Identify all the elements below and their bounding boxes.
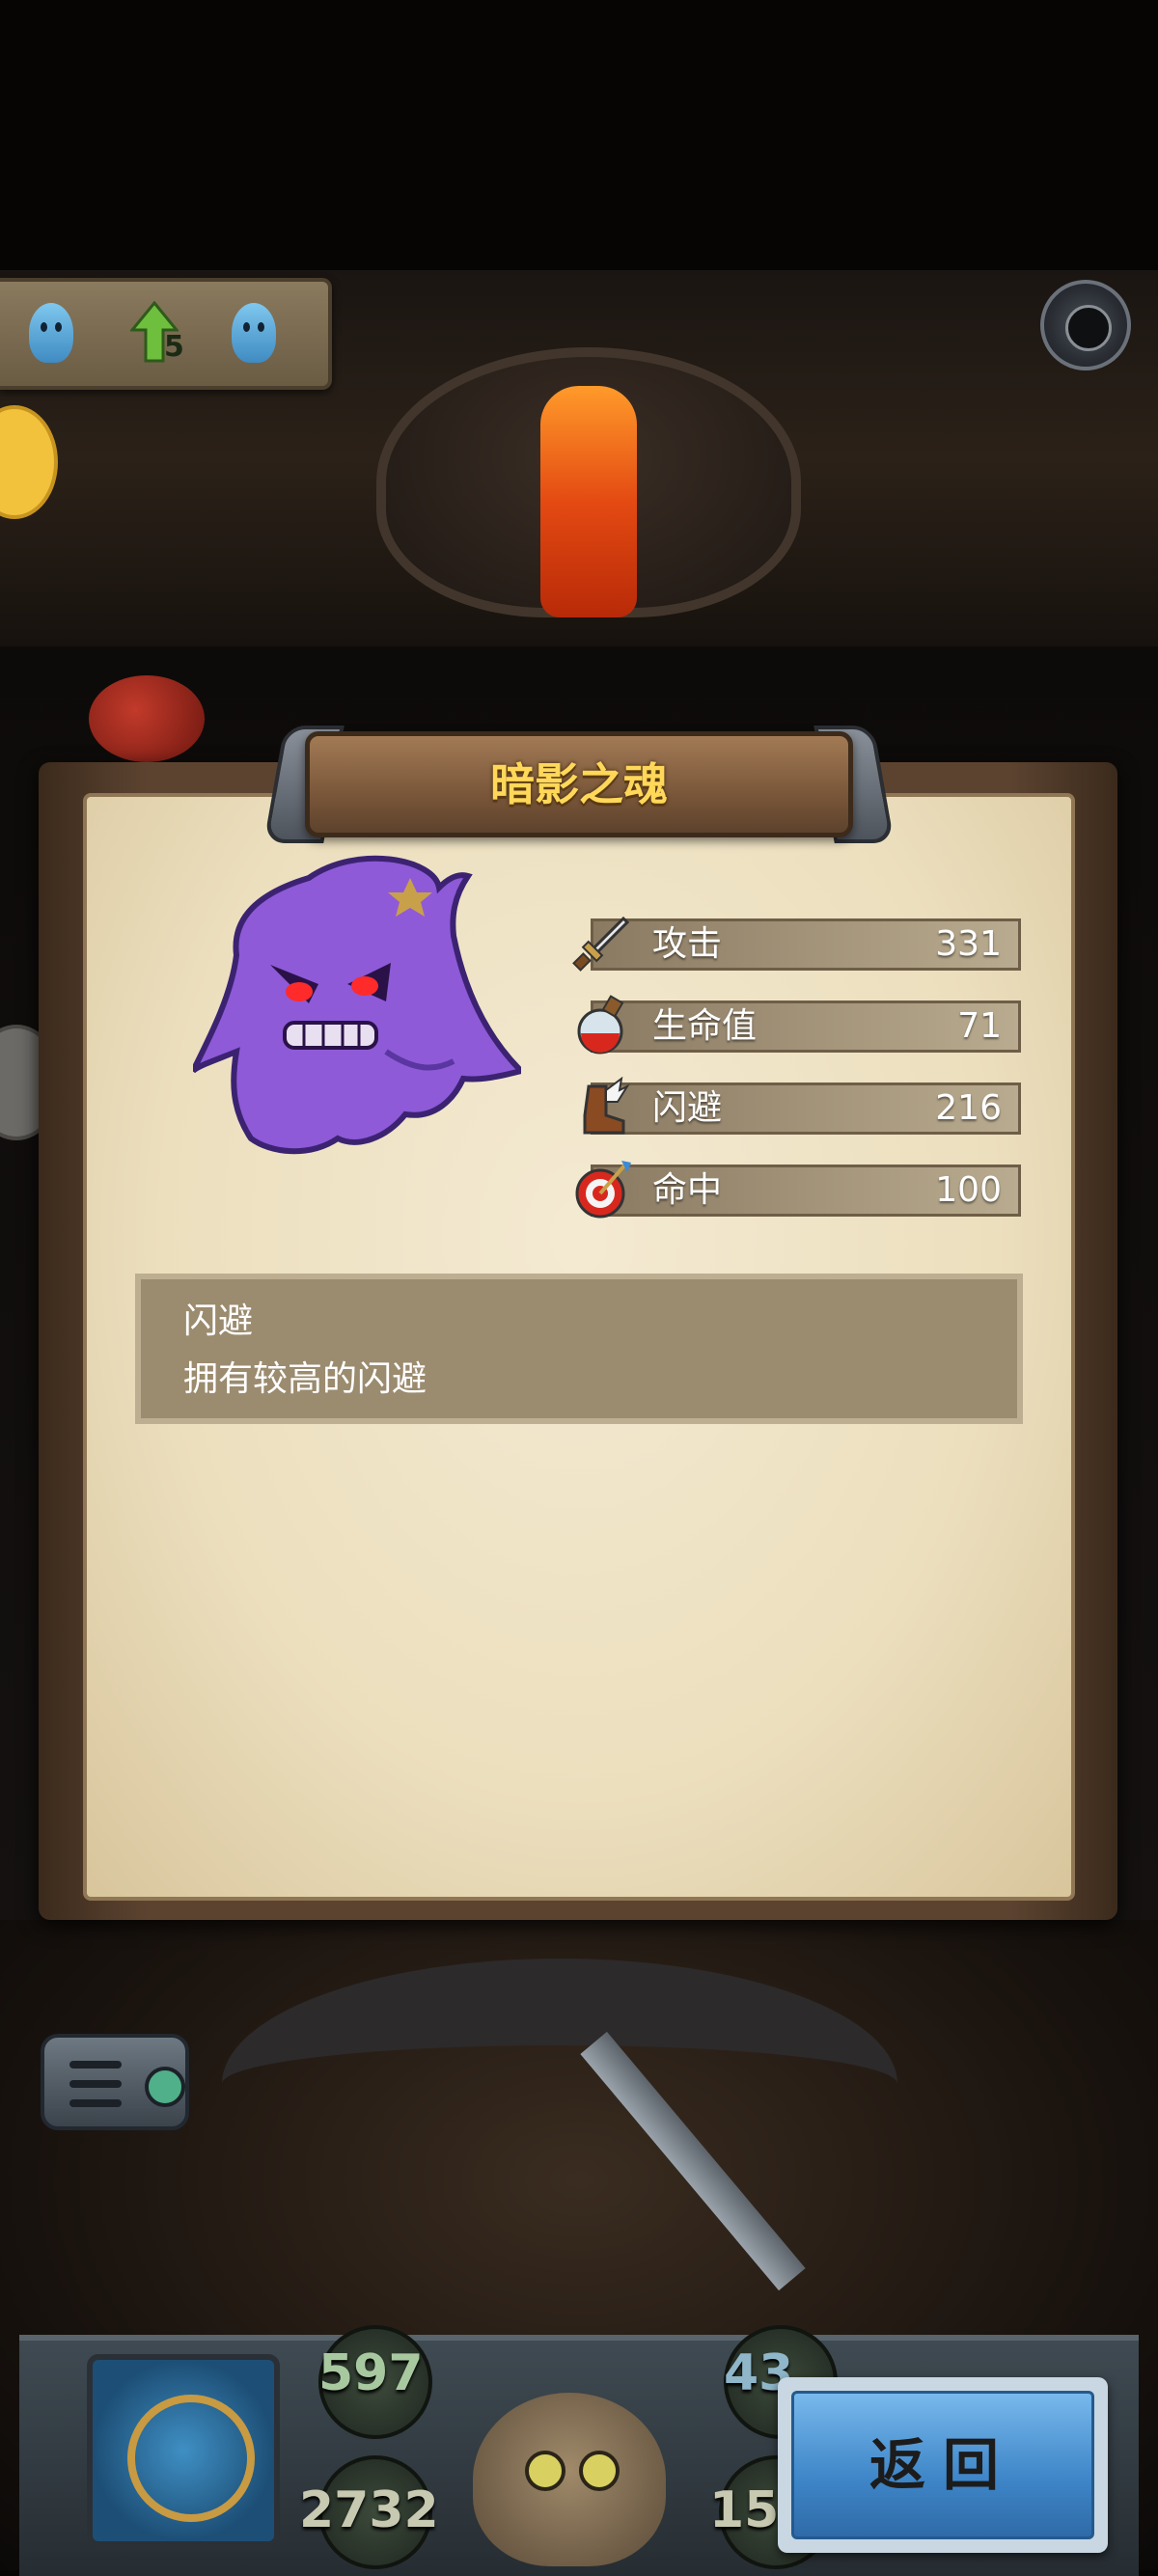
radio-grill-line — [69, 2099, 122, 2107]
blue-hero-icon-2 — [232, 303, 276, 363]
gold-resource-value: 2732 — [299, 2481, 439, 2539]
stat-label: 闪避 — [652, 1088, 723, 1128]
profile-button[interactable] — [1040, 280, 1131, 370]
stat-row-evasion: 闪避 216 — [571, 1077, 1021, 1138]
stat-value: 331 — [935, 924, 1002, 964]
target-icon — [575, 1161, 631, 1219]
monster-name-title: 暗影之魂 — [490, 758, 668, 810]
radio-knob-icon — [145, 2067, 185, 2107]
stat-row-attack: 攻击 331 — [571, 913, 1021, 974]
radio-grill-line — [69, 2080, 122, 2088]
pet-monster-portrait[interactable] — [473, 2393, 666, 2566]
stat-label: 命中 — [652, 1170, 723, 1210]
back-button[interactable]: 返回 — [778, 2377, 1108, 2553]
back-button-label: 返回 — [868, 2432, 1016, 2498]
monster-eye — [579, 2451, 620, 2491]
skill-description-box: 闪避 拥有较高的闪避 — [135, 1274, 1023, 1424]
stat-value: 100 — [935, 1170, 1002, 1210]
avatar-icon — [1065, 305, 1112, 351]
team-plate[interactable]: 5 — [0, 278, 332, 390]
stat-row-accuracy: 命中 100 — [571, 1159, 1021, 1220]
stat-row-hp: 生命值 71 — [571, 995, 1021, 1056]
skill-description: 拥有较高的闪避 — [183, 1359, 427, 1399]
shadow-ghost-portrait — [193, 855, 521, 1155]
stat-label: 攻击 — [652, 924, 723, 964]
radio-menu-button[interactable] — [41, 2034, 189, 2130]
sword-icon — [572, 916, 630, 972]
potion-icon — [577, 995, 624, 1055]
stat-value: 71 — [957, 1006, 1002, 1046]
skill-name: 闪避 — [183, 1302, 254, 1341]
level-badge: 5 — [164, 330, 184, 364]
right-bottom-resource-value: 15 — [709, 2481, 780, 2539]
stat-value: 216 — [935, 1088, 1002, 1128]
monster-eye — [525, 2451, 565, 2491]
blue-hero-icon — [29, 303, 73, 363]
molten-metal-deco — [540, 386, 637, 617]
potion-flask-deco — [89, 675, 205, 762]
radio-grill-line — [69, 2061, 122, 2069]
boomerang-weapon-deco — [222, 1959, 897, 2209]
attack-resource-value: 597 — [318, 2344, 424, 2402]
stat-label: 生命值 — [652, 1006, 758, 1046]
compass-ring-icon — [127, 2395, 255, 2522]
hero-portrait-button[interactable] — [87, 2354, 280, 2547]
winged-boot-icon — [583, 1077, 630, 1135]
